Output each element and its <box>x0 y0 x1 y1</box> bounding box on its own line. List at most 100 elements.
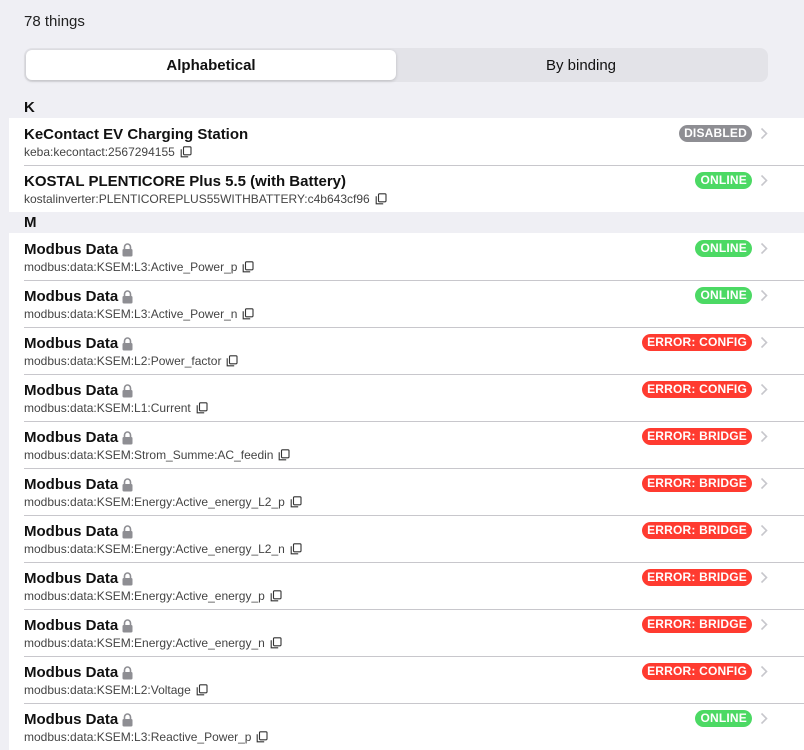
lock-icon <box>122 712 133 726</box>
chevron-right-icon <box>760 430 768 443</box>
thing-uid-wrap: modbus:data:KSEM:Energy:Active_energy_n <box>24 636 282 650</box>
thing-title: Modbus Data <box>24 382 119 399</box>
thing-title-wrap: Modbus Data <box>24 335 133 352</box>
status-badge: ERROR: BRIDGE <box>642 569 752 586</box>
thing-uid: modbus:data:KSEM:L1:Current <box>24 401 191 415</box>
thing-row[interactable]: Modbus Data modbus:data:KSEM:L3:Reactive_… <box>9 703 804 750</box>
thing-uid: modbus:data:KSEM:Strom_Summe:AC_feedin <box>24 448 274 462</box>
thing-uid-wrap: modbus:data:KSEM:Strom_Summe:AC_feedin <box>24 448 291 462</box>
thing-row[interactable]: Modbus Data modbus:data:KSEM:Energy:Activ… <box>9 468 804 515</box>
status-badge: ERROR: BRIDGE <box>642 522 752 539</box>
chevron-right-icon <box>760 336 768 349</box>
thing-title-wrap: KeContact EV Charging Station <box>24 126 248 143</box>
thing-row[interactable]: Modbus Data modbus:data:KSEM:L2:Power_fac… <box>9 327 804 374</box>
group-items: Modbus Data modbus:data:KSEM:L3:Active_Po… <box>9 233 804 750</box>
chevron-right-icon <box>760 712 768 725</box>
chevron-right-icon <box>760 571 768 584</box>
thing-title-wrap: Modbus Data <box>24 570 133 587</box>
group-header-k: K <box>9 97 804 118</box>
thing-uid: modbus:data:KSEM:L2:Voltage <box>24 683 191 697</box>
copy-icon[interactable] <box>290 496 302 508</box>
status-badge: ERROR: CONFIG <box>642 381 752 398</box>
thing-row[interactable]: Modbus Data modbus:data:KSEM:L3:Active_Po… <box>9 280 804 327</box>
copy-icon[interactable] <box>226 355 238 367</box>
thing-uid: keba:kecontact:2567294155 <box>24 145 175 159</box>
things-count: 78 things <box>24 13 85 30</box>
thing-row[interactable]: Modbus Data modbus:data:KSEM:Strom_Summe:… <box>9 421 804 468</box>
thing-title: Modbus Data <box>24 288 119 305</box>
lock-icon <box>122 665 133 679</box>
lock-icon <box>122 618 133 632</box>
lock-icon <box>122 524 133 538</box>
status-badge: ONLINE <box>695 287 752 304</box>
thing-uid-wrap: modbus:data:KSEM:L2:Power_factor <box>24 354 238 368</box>
thing-title-wrap: Modbus Data <box>24 241 133 258</box>
tab-alphabetical[interactable]: Alphabetical <box>26 50 396 80</box>
thing-uid: modbus:data:KSEM:L3:Reactive_Power_p <box>24 730 252 744</box>
thing-uid: modbus:data:KSEM:L3:Active_Power_p <box>24 260 238 274</box>
chevron-right-icon <box>760 383 768 396</box>
thing-row[interactable]: Modbus Data modbus:data:KSEM:Energy:Activ… <box>9 609 804 656</box>
copy-icon[interactable] <box>196 402 208 414</box>
thing-title: Modbus Data <box>24 664 119 681</box>
thing-uid-wrap: kostalinverter:PLENTICOREPLUS55WITHBATTE… <box>24 192 387 206</box>
thing-title: Modbus Data <box>24 617 119 634</box>
thing-row[interactable]: KeContact EV Charging Station keba:kecont… <box>9 118 804 165</box>
thing-title: Modbus Data <box>24 711 119 728</box>
thing-row[interactable]: Modbus Data modbus:data:KSEM:L1:Current ER… <box>9 374 804 421</box>
lock-icon <box>122 242 133 256</box>
thing-uid: modbus:data:KSEM:Energy:Active_energy_n <box>24 636 265 650</box>
thing-title-wrap: Modbus Data <box>24 288 133 305</box>
copy-icon[interactable] <box>196 684 208 696</box>
thing-row[interactable]: Modbus Data modbus:data:KSEM:L3:Active_Po… <box>9 233 804 280</box>
thing-uid-wrap: modbus:data:KSEM:Energy:Active_energy_L2… <box>24 542 302 556</box>
copy-icon[interactable] <box>375 193 387 205</box>
lock-icon <box>122 571 133 585</box>
thing-uid-wrap: modbus:data:KSEM:L3:Active_Power_n <box>24 307 255 321</box>
thing-title: Modbus Data <box>24 476 119 493</box>
group-items: KeContact EV Charging Station keba:kecont… <box>9 118 804 212</box>
copy-icon[interactable] <box>180 146 192 158</box>
thing-title: Modbus Data <box>24 429 119 446</box>
copy-icon[interactable] <box>270 637 282 649</box>
chevron-right-icon <box>760 289 768 302</box>
copy-icon[interactable] <box>278 449 291 461</box>
status-badge: ERROR: BRIDGE <box>642 428 752 445</box>
lock-icon <box>122 336 133 350</box>
lock-icon <box>122 430 133 444</box>
thing-uid-wrap: modbus:data:KSEM:L3:Active_Power_p <box>24 260 255 274</box>
thing-title-wrap: Modbus Data <box>24 523 133 540</box>
thing-uid-wrap: modbus:data:KSEM:L3:Reactive_Power_p <box>24 730 269 744</box>
status-badge: ERROR: BRIDGE <box>642 616 752 633</box>
copy-icon[interactable] <box>256 731 269 743</box>
thing-row[interactable]: Modbus Data modbus:data:KSEM:L2:Voltage ER… <box>9 656 804 703</box>
thing-uid: modbus:data:KSEM:Energy:Active_energy_L2… <box>24 495 285 509</box>
thing-title: Modbus Data <box>24 523 119 540</box>
thing-title-wrap: KOSTAL PLENTICORE Plus 5.5 (with Battery… <box>24 173 346 190</box>
group-header-m: M <box>9 212 804 233</box>
sort-segmented-control: Alphabetical By binding <box>24 48 768 82</box>
copy-icon[interactable] <box>290 543 302 555</box>
thing-row[interactable]: Modbus Data modbus:data:KSEM:Energy:Activ… <box>9 562 804 609</box>
thing-uid-wrap: modbus:data:KSEM:L2:Voltage <box>24 683 208 697</box>
tab-by-binding[interactable]: By binding <box>396 50 766 80</box>
thing-uid-wrap: modbus:data:KSEM:Energy:Active_energy_L2… <box>24 495 302 509</box>
thing-uid: modbus:data:KSEM:L2:Power_factor <box>24 354 222 368</box>
status-badge: DISABLED <box>679 125 752 142</box>
thing-title-wrap: Modbus Data <box>24 617 133 634</box>
lock-icon <box>122 289 133 303</box>
thing-row[interactable]: Modbus Data modbus:data:KSEM:Energy:Activ… <box>9 515 804 562</box>
thing-title-wrap: Modbus Data <box>24 429 133 446</box>
status-badge: ERROR: CONFIG <box>642 334 752 351</box>
copy-icon[interactable] <box>270 590 282 602</box>
copy-icon[interactable] <box>242 308 255 320</box>
thing-title-wrap: Modbus Data <box>24 382 133 399</box>
thing-uid-wrap: modbus:data:KSEM:Energy:Active_energy_p <box>24 589 282 603</box>
chevron-right-icon <box>760 665 768 678</box>
thing-uid: kostalinverter:PLENTICOREPLUS55WITHBATTE… <box>24 192 370 206</box>
chevron-right-icon <box>760 477 768 490</box>
copy-icon[interactable] <box>242 261 255 273</box>
thing-title: Modbus Data <box>24 241 119 258</box>
things-list: K KeContact EV Charging Station keba:kecon… <box>9 97 804 750</box>
thing-row[interactable]: KOSTAL PLENTICORE Plus 5.5 (with Battery… <box>9 165 804 212</box>
